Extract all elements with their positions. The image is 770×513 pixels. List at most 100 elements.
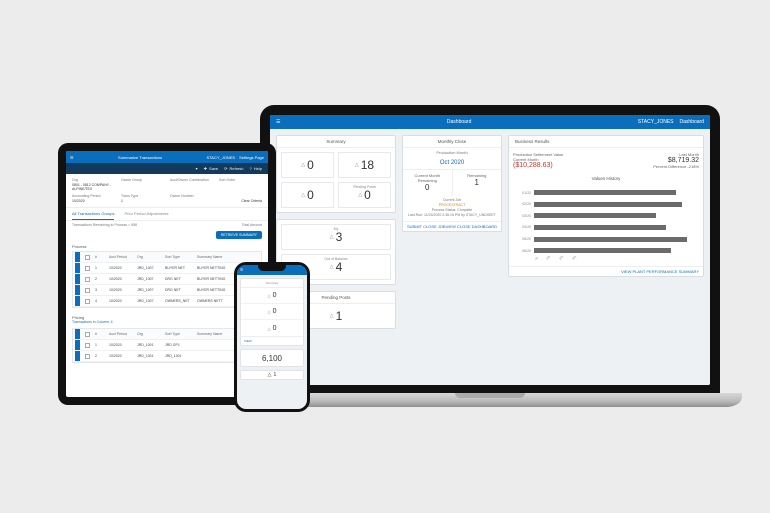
table-row[interactable]: 410/2020JRD_1007OWNERS_NETOWNERS NETT [73, 296, 261, 307]
kpi-my[interactable]: My △ 3 [281, 224, 391, 250]
view-close-link[interactable]: VIEW CLOSE DASHBOARD [446, 224, 497, 229]
trans-remaining: Transactions Remaining to Process = 958 [72, 223, 137, 227]
triangle-icon: △ [268, 326, 271, 331]
filter-sort-order[interactable]: Sort Order [219, 178, 262, 191]
tablet-title: Summarize Transactions [118, 155, 162, 160]
filter-owner-group[interactable]: Owner Group [121, 178, 164, 191]
filter-trans-type[interactable]: Trans Type1 [121, 194, 164, 203]
phone-metric-card: 6,100 [240, 349, 304, 367]
filter-acct-period[interactable]: Accounting Period10/2020 [72, 194, 115, 203]
save-tool[interactable]: ✚Save [204, 166, 218, 171]
summary-card: Summary △ 0 △ 18 △ 0 [276, 135, 396, 213]
tablet-filters: Org0801 - 0812 COMPANY - ALPINE/TEX Owne… [66, 174, 268, 208]
triangle-icon: △ [330, 234, 334, 240]
settings-chip[interactable]: Settings Page [239, 155, 264, 160]
table-row[interactable]: 210/2020JRD_1007DRG NETBUYER NETTING [73, 274, 261, 285]
phone-title: Dashboard [263, 268, 280, 272]
phone-topbar: ☰ Dashboard [237, 265, 307, 275]
total-amount-label: Total Amount [242, 223, 262, 227]
settlement-left: Production Settlement Value Current Mont… [513, 152, 563, 169]
chart-title: Values History [509, 173, 703, 184]
tab-all-transactions[interactable]: All Transactions Groups [72, 211, 114, 220]
phone-summary-title: Summary [241, 279, 303, 288]
chart-bar: 06/20 [517, 246, 695, 255]
clear-criteria-link[interactable]: Clear Criteria [219, 199, 262, 203]
phone-summary-card: Summary △0 △0 △0 VIEW [240, 278, 304, 346]
laptop-base [238, 393, 742, 407]
help-tool[interactable]: ?Help [250, 166, 262, 171]
tab-prior-period[interactable]: Prior Period Adjustments [124, 211, 168, 220]
remaining-left: Current Month Remaining 0 [403, 170, 453, 195]
triangle-icon: △ [355, 162, 359, 168]
last-run: Last Run: 11/24/2020 2:36:15 PM by STACY… [406, 213, 498, 218]
monthly-close-title: Monthly Close [403, 136, 501, 148]
laptop-body: Summary △ 0 △ 18 △ 0 [270, 129, 710, 385]
summary-title: Summary [277, 136, 395, 148]
phone-bottom-kpi[interactable]: △ 1 [240, 370, 304, 380]
remaining-right: Remaining 1 [453, 170, 502, 195]
chart-bar: 05/20 [517, 235, 695, 244]
menu-icon[interactable]: ☰ [276, 119, 280, 125]
tablet-topbar: ☰ Summarize Transactions STACY_JONES Set… [66, 151, 268, 163]
triangle-icon: △ [301, 162, 305, 168]
triangle-icon: △ [268, 309, 271, 314]
table-row[interactable]: 110/2020JRD_1001JRD GP1 [73, 340, 261, 351]
laptop-topbar: ☰ Dashboard STACY_JONES Dashboard [270, 115, 710, 129]
filter-owner-number[interactable]: Owner Number [170, 194, 213, 203]
chart-bar: 02/20 [517, 200, 695, 209]
menu-icon[interactable]: ☰ [240, 268, 243, 272]
settlement-right: Last Month $8,719.32 Percent Difference … [653, 152, 699, 169]
phone-metric[interactable]: 6,100 [241, 350, 303, 366]
filter-org[interactable]: Org0801 - 0812 COMPANY - ALPINE/TEX [72, 178, 115, 191]
user-chip[interactable]: STACY_JONES [638, 119, 674, 125]
laptop-screen: ☰ Dashboard STACY_JONES Dashboard Summar… [270, 115, 710, 385]
phone-kpi-2[interactable]: △0 [241, 320, 303, 336]
prod-month-label: Production Month [403, 148, 501, 157]
phone-view-link[interactable]: VIEW [241, 336, 303, 345]
phone-kpi-0[interactable]: △0 [241, 288, 303, 304]
chart-bar: 04/20 [517, 223, 695, 232]
table-row[interactable]: 210/2020JRD_1001JRD_1001 [73, 351, 261, 362]
laptop-title: Dashboard [447, 119, 471, 125]
triangle-icon: △ [330, 264, 334, 270]
filter-tool[interactable]: ▾ [196, 166, 198, 171]
triangle-icon: △ [330, 313, 334, 319]
filter-acct-combo[interactable]: Acct/Owner Combination [170, 178, 213, 191]
triangle-icon: △ [268, 372, 272, 378]
triangle-icon: △ [301, 192, 305, 198]
tablet-toolbar: ▾ ✚Save ⟳Refresh ?Help [66, 163, 268, 174]
tablet-subtabs: All Transactions Groups Prior Period Adj… [66, 208, 268, 221]
kpi-0[interactable]: △ 0 [281, 152, 334, 178]
chart-bar: 01/20 [517, 188, 695, 197]
phone-frame: ☰ Dashboard Summary △0 △0 △0 VIEW 6,100 … [234, 262, 310, 412]
retrieve-summary-button[interactable]: RETRIEVE SUMMARY [216, 231, 262, 239]
triangle-icon: △ [268, 293, 271, 298]
tablet-statusline: Transactions Remaining to Process = 958 … [66, 221, 268, 229]
phone-screen: ☰ Dashboard Summary △0 △0 △0 VIEW 6,100 … [237, 265, 307, 409]
user-chip[interactable]: STACY_JONES [206, 155, 235, 160]
chart-bar: 03/20 [517, 211, 695, 220]
prod-month-value: Oct 2020 [403, 157, 501, 169]
business-results-title: Business Results [509, 136, 703, 148]
monthly-close-card: Monthly Close Production Month Oct 2020 … [402, 135, 502, 232]
help-icon: ? [250, 166, 252, 171]
view-perf-link[interactable]: VIEW PLANT PERFORMANCE SUMMARY [509, 266, 703, 276]
page-chip[interactable]: Dashboard [680, 119, 704, 125]
process-section-title: Process [66, 241, 268, 249]
laptop-frame: ☰ Dashboard STACY_JONES Dashboard Summar… [260, 105, 720, 395]
table-row[interactable]: 110/2020JRD_1007BUYER NETBUYER NETTING [73, 263, 261, 274]
refresh-tool[interactable]: ⟳Refresh [224, 166, 243, 171]
save-icon: ✚ [204, 166, 207, 171]
kpi-1[interactable]: △ 18 [338, 152, 391, 178]
triangle-icon: △ [358, 192, 362, 198]
table-row[interactable]: 310/2020JRD_1007DRG NETBUYER NETTING [73, 285, 261, 296]
kpi-2[interactable]: △ 0 [281, 182, 334, 208]
menu-icon[interactable]: ☰ [70, 155, 74, 160]
kpi-3[interactable]: Pending Posts △ 0 [338, 182, 391, 208]
refresh-icon: ⟳ [224, 166, 227, 171]
business-results-card: Business Results Production Settlement V… [508, 135, 704, 277]
filter-icon: ▾ [196, 166, 198, 171]
submit-close-link[interactable]: SUBMIT CLOSE JOB [407, 224, 446, 229]
values-history-chart: 01/2002/2003/2004/2005/2006/200k10k20k30… [509, 184, 703, 266]
phone-kpi-1[interactable]: △0 [241, 304, 303, 320]
